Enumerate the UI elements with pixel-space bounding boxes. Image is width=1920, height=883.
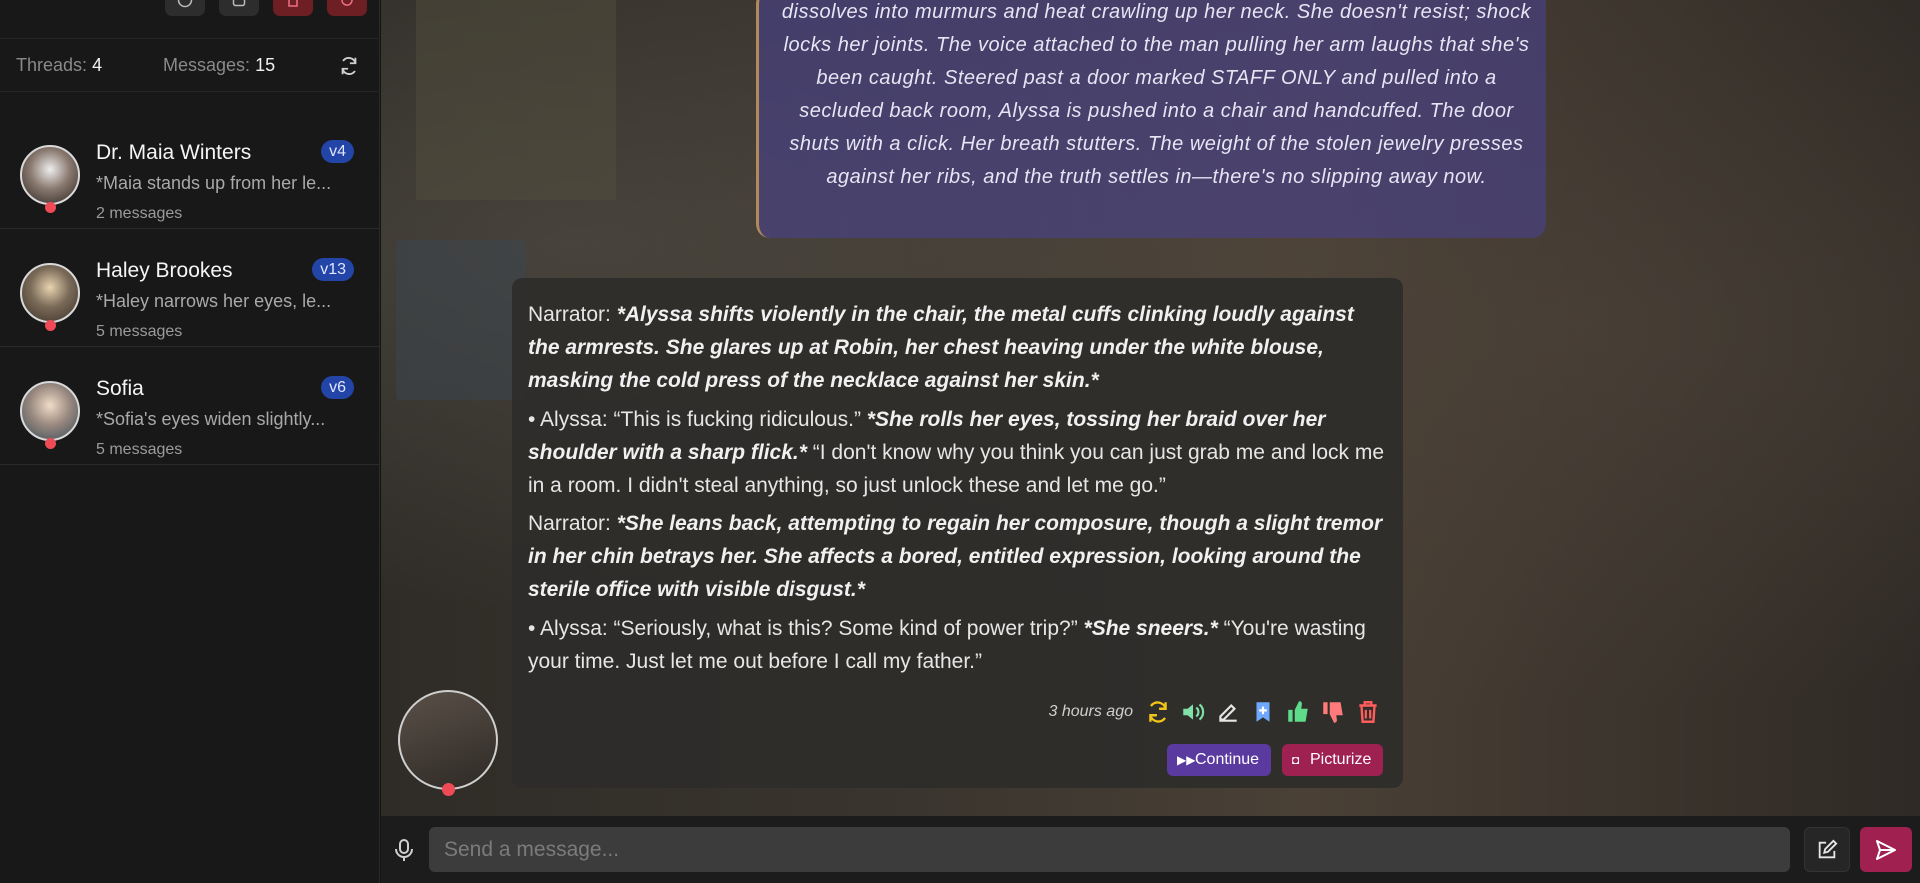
status-dot [442, 783, 455, 796]
app: Threads: 4 Messages: 15 Dr. Maia Winters… [0, 0, 1920, 883]
version-badge: v4 [321, 140, 354, 163]
avatar [20, 145, 80, 205]
thread-item-haley[interactable]: Haley Brookes v13 *Haley narrows her eye… [0, 229, 380, 347]
action-text: *She sneers.* [1083, 617, 1218, 640]
messages-label: Messages: [163, 55, 251, 75]
narration-box: dissolves into murmurs and heat crawling… [756, 0, 1546, 238]
continue-button[interactable]: ▶▶Continue [1167, 744, 1272, 776]
regenerate-icon [1149, 701, 1167, 723]
avatar [20, 263, 80, 323]
bookmark-plus-icon [1256, 702, 1270, 722]
trash-icon [288, 0, 298, 7]
picturize-button[interactable]: ◘ Picturize [1282, 744, 1384, 776]
message-input[interactable] [429, 827, 1790, 872]
messages-count: 15 [255, 55, 276, 75]
thread-name: Haley Brookes [96, 259, 233, 282]
message-actions: 3 hours ago [512, 698, 1388, 728]
messages-stat: Messages: 15 [163, 55, 275, 76]
background-image [416, 0, 616, 200]
message-paragraph: • Alyssa: “Seriously, what is this? Some… [528, 612, 1388, 678]
send-button[interactable] [1860, 827, 1912, 872]
thread-message-count: 5 messages [96, 323, 183, 340]
version-badge: v6 [321, 376, 354, 399]
thread-message-count: 2 messages [96, 205, 183, 222]
send-icon [1876, 839, 1896, 860]
dialogue-text: • Alyssa: “Seriously, what is this? Some… [528, 617, 1084, 640]
thread-preview: *Sofia's eyes widen slightly... [96, 409, 326, 429]
thumbs-up-icon [1288, 701, 1308, 722]
info-button[interactable] [165, 0, 205, 16]
version-badge: v13 [312, 258, 354, 281]
message-paragraph: Narrator: *She leans back, attempting to… [528, 507, 1388, 606]
thread-name: Sofia [96, 377, 144, 400]
avatar [20, 381, 80, 441]
action-text: *Alyssa shifts violently in the chair, t… [528, 303, 1354, 392]
threads-count: 4 [92, 55, 103, 75]
message-paragraph: • Alyssa: “This is fucking ridiculous.” … [528, 403, 1388, 502]
thread-item-maia[interactable]: Dr. Maia Winters v4 *Maia stands up from… [0, 111, 380, 229]
edit-icon [1818, 839, 1838, 858]
speaker-icon [1183, 703, 1205, 721]
thread-name: Dr. Maia Winters [96, 141, 252, 164]
thumbs-up-button[interactable] [1285, 699, 1311, 725]
narration-text: dissolves into murmurs and heat crawling… [781, 1, 1532, 188]
thumbs-down-icon [1323, 702, 1343, 723]
sidebar: Threads: 4 Messages: 15 Dr. Maia Winters… [0, 0, 380, 883]
reset-icon [341, 0, 353, 6]
regenerate-button[interactable] [1145, 699, 1171, 725]
reset-button[interactable] [327, 0, 367, 16]
export-icon [232, 0, 246, 7]
threads-label: Threads: [16, 55, 88, 75]
compose-button[interactable] [1804, 827, 1850, 872]
status-dot [45, 438, 56, 449]
microphone-icon[interactable] [393, 838, 415, 862]
background-image [396, 240, 526, 400]
status-dot [45, 320, 56, 331]
character-avatar [398, 690, 498, 790]
thread-preview: *Maia stands up from her le... [96, 173, 332, 193]
bookmark-button[interactable] [1250, 699, 1276, 725]
edit-message-button[interactable] [1215, 699, 1241, 725]
speak-button[interactable] [1180, 699, 1206, 725]
refresh-icon[interactable] [338, 55, 360, 77]
dialogue-text: • Alyssa: “This is fucking ridiculous.” [528, 408, 867, 431]
delete-message-button[interactable] [1355, 699, 1381, 725]
thumbs-down-button[interactable] [1320, 699, 1346, 725]
message-paragraph: Narrator: *Alyssa shifts violently in th… [528, 298, 1388, 397]
trash-icon [1359, 701, 1377, 723]
continue-label: Continue [1195, 751, 1260, 768]
message-timestamp: 3 hours ago [1048, 703, 1133, 720]
thread-stats: Threads: 4 Messages: 15 [0, 38, 380, 92]
thread-preview: *Haley narrows her eyes, le... [96, 291, 332, 311]
info-icon [177, 0, 193, 8]
sidebar-toolbar [165, 0, 367, 16]
threads-stat: Threads: 4 [16, 55, 102, 76]
speaker-prefix: Narrator: [528, 512, 617, 535]
delete-all-button[interactable] [273, 0, 313, 16]
status-dot [45, 202, 56, 213]
export-button[interactable] [219, 0, 259, 16]
speaker-prefix: Narrator: [528, 303, 617, 326]
action-text: *She leans back, attempting to regain he… [528, 512, 1383, 601]
thread-item-sofia[interactable]: Sofia v6 *Sofia's eyes widen slightly...… [0, 347, 380, 465]
camera-icon: ◘ [1292, 753, 1300, 767]
picturize-label: Picturize [1310, 751, 1372, 768]
fast-forward-icon: ▶▶ [1177, 753, 1196, 767]
chat-message: Narrator: *Alyssa shifts violently in th… [512, 278, 1403, 788]
thread-message-count: 5 messages [96, 441, 183, 458]
edit-icon [1219, 703, 1237, 722]
chat-area[interactable]: dissolves into murmurs and heat crawling… [381, 0, 1920, 816]
message-composer [381, 816, 1920, 883]
